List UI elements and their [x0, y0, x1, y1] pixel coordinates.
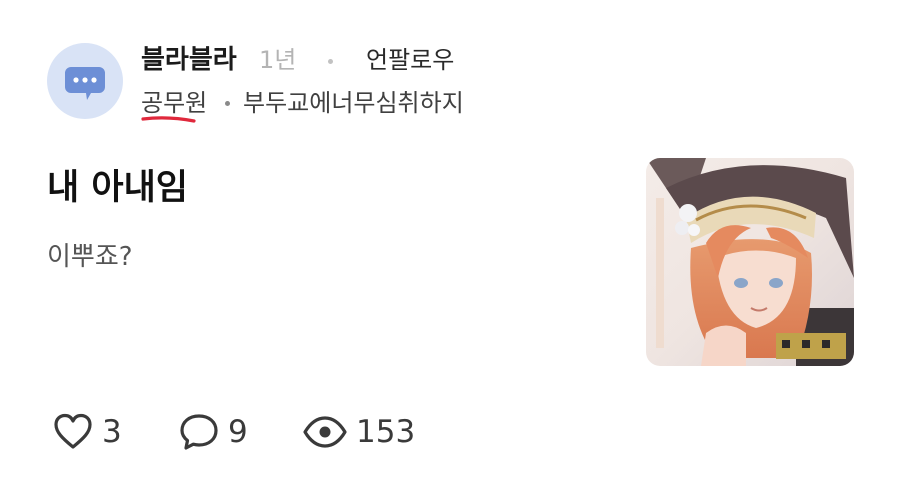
author-avatar[interactable] — [47, 43, 123, 119]
likes-count: 3 — [102, 414, 122, 450]
views-stat[interactable]: 153 — [302, 410, 415, 454]
separator-dot — [225, 101, 230, 106]
post-body[interactable]: 이뿌죠? — [47, 238, 133, 276]
author-name[interactable]: 블라블라 — [141, 42, 237, 78]
separator-dot — [328, 59, 333, 64]
post-thumbnail-image[interactable] — [646, 158, 854, 366]
unfollow-button[interactable]: 언팔로우 — [366, 42, 454, 78]
comments-stat[interactable]: 9 — [178, 410, 248, 454]
red-underline-annotation — [141, 116, 196, 123]
heart-icon — [54, 413, 92, 449]
post-card: 블라블라 1년 언팔로우 공무원 부두교에너무심취하지 내 아내임 이뿌죠? 3… — [0, 0, 900, 485]
views-count: 153 — [356, 414, 416, 450]
comments-count: 9 — [228, 414, 248, 450]
eye-icon — [303, 416, 347, 448]
post-title[interactable]: 내 아내임 — [47, 165, 188, 211]
likes-stat[interactable]: 3 — [52, 410, 122, 454]
comment-bubble-icon — [180, 414, 218, 450]
chat-bubble-dots-icon — [65, 67, 105, 100]
author-company[interactable]: 부두교에너무심취하지 — [243, 86, 464, 120]
post-age: 1년 — [259, 46, 297, 74]
